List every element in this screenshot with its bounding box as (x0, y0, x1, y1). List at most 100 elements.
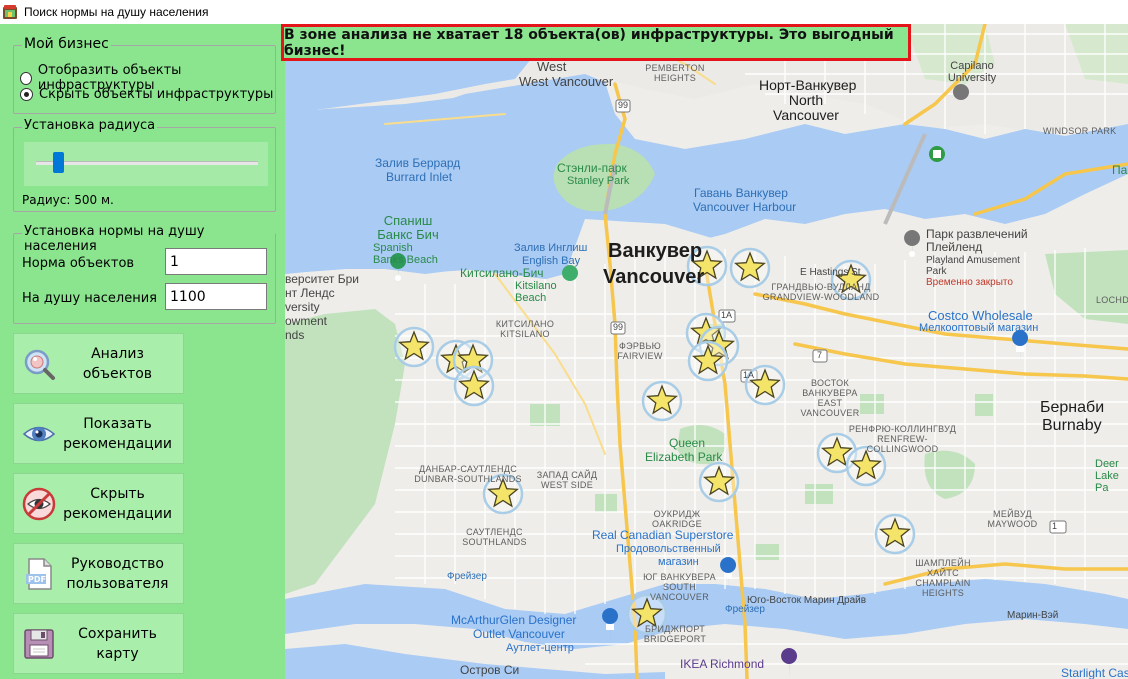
map-label-renfrew: РЕНФРЮ-КОЛЛИНГВУД RENFREW-COLLINGWOOD (848, 424, 957, 454)
recommendation-star-icon[interactable]: Рекомендуемое место (687, 340, 729, 382)
map-label-queen-1: Queen (669, 436, 706, 450)
map-label-burrard-en: Burrard Inlet (386, 170, 453, 184)
map-label-capilano: Capilano University (947, 60, 997, 85)
map-label-hwy1: 1 (1052, 521, 1058, 531)
hide-objects-radio-circle[interactable] (20, 88, 33, 101)
recommendation-star-icon[interactable]: Рекомендуемое место (874, 513, 916, 555)
map-label-deer-lake: Deer Lake Pa (1095, 458, 1119, 495)
map-label-pemberton: PEMBERTON HEIGHTS (645, 63, 705, 83)
map-label-superstore-ru2: магазин (658, 556, 699, 568)
user-guide-button[interactable]: PDF Руководство пользователя (13, 543, 184, 604)
map-label-kits-en: Kitsilano Beach (515, 280, 557, 305)
hide-objects-radio[interactable]: Скрыть объекты инфраструктуры (20, 87, 273, 102)
map-label-burnaby-ru: Бернаби (1040, 399, 1105, 416)
map-label-west-top: West (537, 59, 567, 74)
map-label-mcarthur-en2: Outlet Vancouver (473, 627, 565, 641)
recommendation-star-icon[interactable]: Рекомендуемое место (393, 326, 435, 368)
map-label-fraser1: Фрейзер (447, 571, 487, 582)
map-label-north-van-en: North Vancouver (773, 92, 839, 124)
map-label-costco-ru: Мелкооптовый магазин (919, 322, 1039, 334)
map-label-playland-en1: Playland Amusement Park (926, 255, 1020, 277)
hide-recommendations-label: Скрыть рекомендации (63, 485, 172, 522)
map-label-ubc3: versity (285, 300, 320, 314)
show-recommendations-button[interactable]: Показать рекомендации (13, 403, 184, 464)
map-label-hwy99a: 99 (618, 100, 629, 110)
magnifier-analysis-icon (24, 349, 55, 380)
map-label-playland-ru: Парк развлечений Плейленд (926, 227, 1028, 255)
map-label-kits-ru: Китсилано-Бич (460, 266, 544, 280)
map-label-kitsilano: КИТСИЛАНО KITSILANO (495, 319, 555, 339)
analyze-objects-button[interactable]: Анализ объектов (13, 333, 184, 394)
map-label-east-van: ВОСТОК ВАНКУВЕРА EAST VANCOUVER (800, 378, 860, 418)
map-view[interactable]: Рекомендуемое местоРекомендуемое местоРе… (285, 24, 1128, 679)
map-label-superstore-en: Real Canadian Superstore (592, 528, 734, 542)
map-label-west-side: ЗАПАД САЙД WEST SIDE (536, 470, 598, 490)
map-label-hastings: E Hastings St (800, 267, 861, 278)
map-label-fairview: ФЭРВЬЮ FAIRVIEW (617, 341, 663, 361)
eye-crossed-icon (22, 487, 56, 520)
map-label-south-van: ЮГ ВАНКУВЕРА SOUTH VANCOUVER (643, 572, 716, 602)
map-label-stanley-en: Stanley Park (567, 175, 630, 187)
radius-slider[interactable] (24, 142, 268, 186)
recommendation-star-icon[interactable]: Рекомендуемое место (729, 247, 771, 289)
recommendation-star-icon[interactable]: Рекомендуемое место (641, 380, 683, 422)
map-label-ubc2: нт Лендс (285, 286, 335, 300)
map-label-superstore-ru1: Продовольственный (616, 543, 721, 555)
map-label-ubc5: nds (285, 328, 305, 342)
map-label-mcarthur-en1: McArthurGlen Designer (451, 613, 577, 627)
analyze-objects-label: Анализ объектов (82, 345, 153, 382)
radius-group: Установка радиуса Радиус: 500 м. (13, 118, 276, 212)
map-label-hwy1a: 1A (721, 310, 733, 320)
window-title: Поиск нормы на душу населения (24, 5, 209, 19)
map-label-burnaby-en: Burnaby (1042, 417, 1102, 434)
recommendation-star-icon[interactable]: Рекомендуемое место (698, 461, 740, 503)
business-group: Мой бизнес Отобразить объекты инфраструк… (13, 36, 276, 114)
map-label-ubc4: owment (285, 314, 328, 328)
map-label-south-cambie: САУТЛЕНДС SOUTHLANDS (462, 527, 527, 547)
save-map-label: Сохранить карту (78, 625, 157, 662)
map-label-queen-2: Elizabeth Park (645, 450, 723, 464)
app-window: Поиск нормы на душу населения Мой бизнес… (0, 0, 1128, 679)
pdf-file-icon: PDF (26, 557, 52, 590)
radius-slider-thumb[interactable] (52, 152, 64, 173)
map-label-oakridge: ОУКРИДЖ OAKRIDGE (652, 509, 702, 529)
save-map-button[interactable]: Сохранить карту (13, 613, 184, 674)
map-label-vancouver-en: Vancouver (603, 266, 705, 288)
map-label-harbour-en: Vancouver Harbour (693, 200, 797, 214)
recommendation-star-icon[interactable]: Рекомендуемое место (453, 365, 495, 407)
analysis-result-text: В зоне анализа не хватает 18 объекта(ов)… (284, 26, 894, 59)
show-objects-radio-circle[interactable] (20, 71, 32, 85)
map-label-ikea: IKEA Richmond (680, 657, 765, 671)
objects-norm-input[interactable] (165, 248, 267, 275)
map-label-mcarthur-ru: Аутлет-центр (506, 642, 574, 654)
map-label-hwy7: 7 (817, 350, 823, 360)
map-label-park: Парк (1112, 163, 1128, 177)
title-bar: Поиск нормы на душу населения (0, 0, 1128, 24)
business-group-legend: Мой бизнес (22, 36, 111, 52)
hide-recommendations-button[interactable]: Скрыть рекомендации (13, 473, 184, 534)
norm-group: Установка нормы на душу населения Норма … (13, 224, 276, 324)
population-input[interactable] (165, 283, 267, 310)
map-label-windsor: WINDSOR PARK (1043, 126, 1117, 136)
map-label-champlain: ШАМПЛЕЙН ХАЙТС CHAMPLAIN HEIGHTS (915, 558, 971, 598)
population-label: На душу населения (22, 291, 157, 306)
map-label-dunbar: ДАНБАР-САУТЛЕНДС DUNBAR-SOUTHLANDS (414, 464, 522, 484)
radius-slider-track[interactable] (36, 161, 258, 165)
map-label-burrard-ru: Залив Беррард (375, 156, 461, 170)
svg-text:PDF: PDF (28, 575, 46, 584)
app-icon (2, 4, 18, 20)
sidebar: Мой бизнес Отобразить объекты инфраструк… (0, 24, 285, 679)
map-label-bridgeport: БРИДЖПОРТ BRIDGEPORT (643, 624, 707, 644)
map-label-fraser2: Фрейзер (725, 604, 765, 615)
map-label-english-ru: Залив Инглиш (514, 242, 588, 254)
analysis-result-banner: В зоне анализа не хватает 18 объекта(ов)… (281, 24, 911, 61)
map-label-lochdale: LOCHDALE (1096, 295, 1128, 305)
map-label-sea-island: Остров Си (460, 663, 520, 677)
map-label-marina: Марин-Вэй (1007, 610, 1059, 621)
map-label-harbour-ru: Гавань Ванкувер (694, 186, 788, 200)
radius-value-text: Радиус: 500 м. (22, 193, 114, 207)
map-label-spanish-en: Spanish Banks Beach (373, 242, 438, 267)
map-label-playland-en2: Временно закрыто (926, 277, 1013, 288)
map-label-starlight: Starlight Casino (1061, 666, 1128, 679)
map-label-grandview: ГРАНДВЬЮ-ВУДЛАНД GRANDVIEW-WOODLAND (762, 282, 880, 302)
